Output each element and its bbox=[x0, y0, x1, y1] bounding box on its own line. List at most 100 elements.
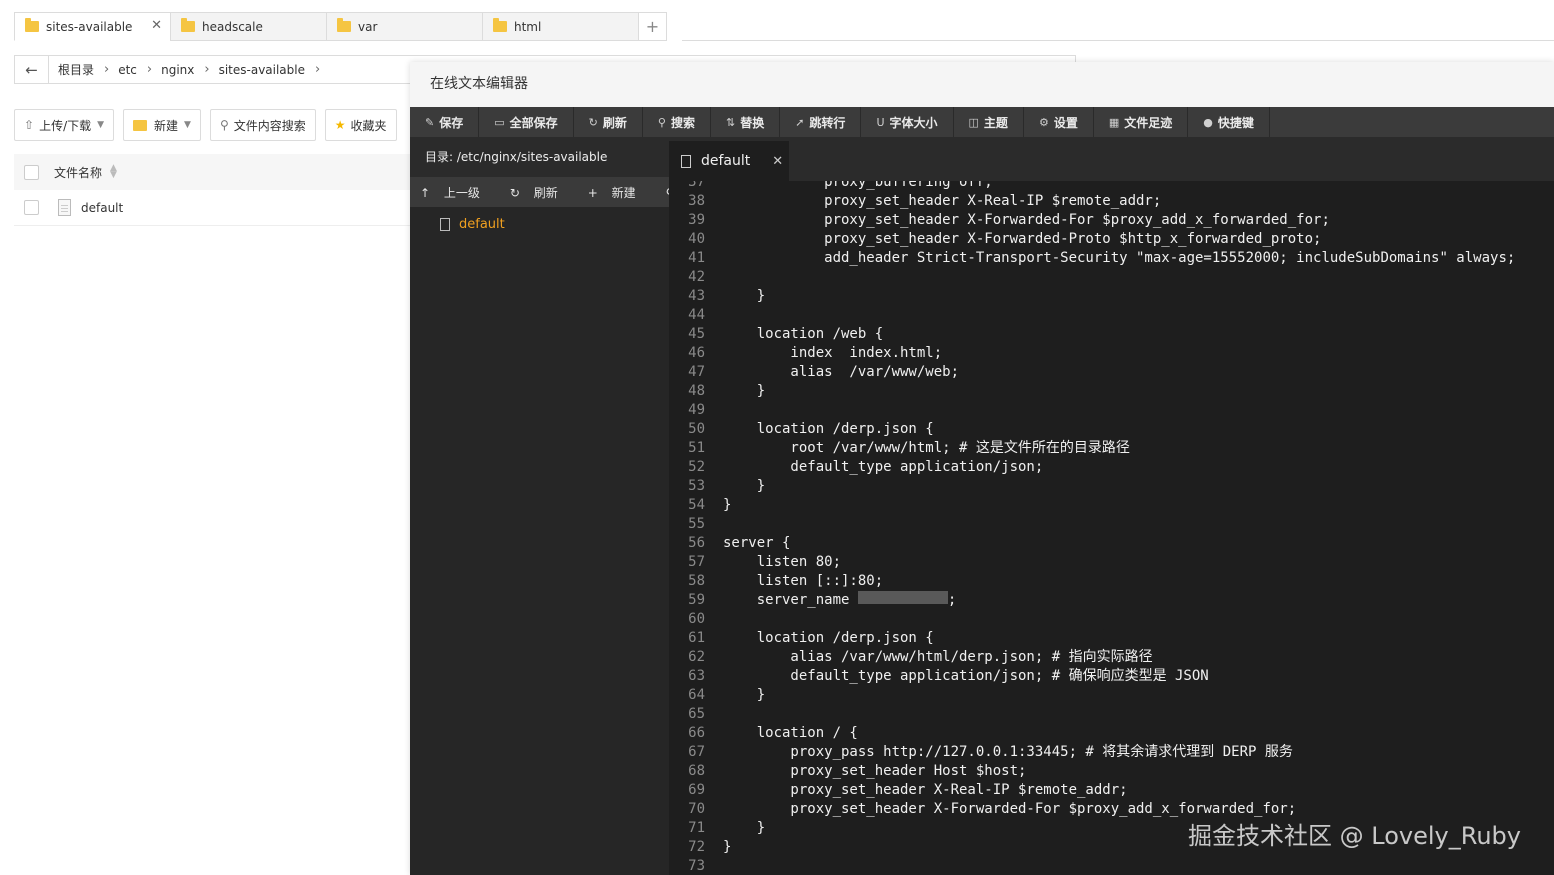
code-line: 39 proxy_set_header X-Forwarded-For $pro… bbox=[669, 211, 1554, 230]
line-number: 62 bbox=[688, 649, 705, 665]
up-level-label: 上一级 bbox=[443, 185, 480, 200]
star-icon: ★ bbox=[334, 118, 346, 132]
code-line: 54} bbox=[669, 496, 1554, 515]
line-number: 52 bbox=[688, 459, 705, 475]
code-line: 66 location / { bbox=[669, 724, 1554, 743]
sidebar-new-button[interactable]: + 新建 bbox=[578, 184, 656, 201]
redacted-server-name bbox=[857, 591, 948, 604]
line-text: } bbox=[723, 478, 766, 494]
line-number: 43 bbox=[688, 288, 705, 304]
file-tab-default[interactable]: default ✕ bbox=[669, 141, 789, 181]
save-all-button[interactable]: ▭ 全部保存 bbox=[479, 107, 574, 137]
line-text: proxy_set_header X-Real-IP $remote_addr; bbox=[723, 193, 1162, 209]
file-name[interactable]: default bbox=[81, 201, 123, 215]
code-line: 49 bbox=[669, 401, 1554, 420]
line-text bbox=[709, 268, 723, 287]
font-size-label: 字体大小 bbox=[889, 115, 938, 130]
tab-headscale[interactable]: headscale bbox=[170, 12, 326, 41]
line-text: } bbox=[723, 288, 766, 304]
line-number: 67 bbox=[688, 744, 705, 760]
code-line: 47 alias /var/www/web; bbox=[669, 363, 1554, 382]
tab-var[interactable]: var bbox=[326, 12, 482, 41]
code-line: 56 server { bbox=[669, 534, 1554, 553]
line-text: add_header Strict-Transport-Security "ma… bbox=[723, 250, 1516, 266]
folder-icon bbox=[493, 18, 507, 32]
theme-label: 主题 bbox=[983, 115, 1008, 130]
code-line: 59 server_name ; bbox=[669, 591, 1554, 610]
editor-title: 在线文本编辑器 bbox=[410, 62, 1554, 107]
line-number: 46 bbox=[688, 345, 705, 361]
line-text bbox=[709, 610, 723, 629]
line-number: 64 bbox=[688, 687, 705, 703]
sort-icon[interactable]: ▲ ▼ bbox=[110, 164, 117, 180]
file-row[interactable]: default bbox=[14, 190, 414, 226]
file-tab-label: default bbox=[701, 153, 751, 169]
line-text: default_type application/json; bbox=[723, 459, 1044, 475]
line-number: 70 bbox=[688, 801, 705, 817]
new-folder-icon bbox=[133, 119, 148, 131]
code-line: 50 location /derp.json { bbox=[669, 420, 1554, 439]
line-number: 66 bbox=[688, 725, 705, 741]
line-text: proxy_set_header X-Forwarded-For $proxy_… bbox=[723, 212, 1330, 228]
line-number: 71 bbox=[688, 820, 705, 836]
line-number: 55 bbox=[688, 516, 705, 532]
sidebar-file-default[interactable]: default bbox=[410, 209, 669, 239]
code-editor[interactable]: 37 proxy_buffering off; 38 proxy_set_head… bbox=[669, 181, 1554, 875]
code-line: 64 } bbox=[669, 686, 1554, 705]
replace-button[interactable]: ⇅ 替换 bbox=[711, 107, 781, 137]
sidebar-toolbar: ↑ 上一级 ↻ 刷新 + 新建 ⚲ 搜索 bbox=[410, 177, 712, 207]
line-text: } bbox=[723, 383, 766, 399]
code-panel: default ✕ 37 proxy_buffering off; 38 prox… bbox=[669, 137, 1554, 875]
sidebar-file-label: default bbox=[459, 216, 505, 232]
gear-icon: ⚙ bbox=[1038, 115, 1049, 129]
breadcrumb-nginx[interactable]: nginx bbox=[152, 63, 194, 77]
font-size-icon: U bbox=[876, 115, 885, 129]
save-button[interactable]: ✎ 保存 bbox=[410, 107, 480, 137]
select-all-checkbox[interactable] bbox=[24, 164, 39, 180]
line-text: proxy_buffering off; bbox=[723, 181, 993, 190]
goto-line-button[interactable]: ➚ 跳转行 bbox=[780, 107, 862, 137]
favorites-button[interactable]: ★ 收藏夹 bbox=[324, 109, 397, 141]
sidebar-refresh-label: 刷新 bbox=[533, 185, 558, 200]
row-checkbox[interactable] bbox=[24, 200, 39, 215]
add-tab-button[interactable]: + bbox=[638, 12, 667, 41]
file-list-header: 文件名称 ▲ ▼ bbox=[14, 154, 414, 190]
folder-icon bbox=[337, 18, 351, 32]
close-icon[interactable]: ✕ bbox=[772, 154, 783, 169]
refresh-icon: ↻ bbox=[588, 115, 598, 129]
line-text bbox=[709, 705, 723, 724]
line-number: 60 bbox=[688, 611, 705, 627]
refresh-button[interactable]: ↻ 刷新 bbox=[574, 107, 643, 137]
theme-button[interactable]: ◫ 主题 bbox=[954, 107, 1024, 137]
code-line: 69 proxy_set_header X-Real-IP $remote_ad… bbox=[669, 781, 1554, 800]
upload-label: 上传/下载 bbox=[39, 118, 92, 133]
sidebar-refresh-button[interactable]: ↻ 刷新 bbox=[500, 184, 578, 201]
code-line: 45 location /web { bbox=[669, 325, 1554, 344]
line-text: root /var/www/html; # 这是文件所在的目录路径 bbox=[723, 440, 1130, 456]
breadcrumb-sites-available[interactable]: sites-available bbox=[210, 63, 305, 77]
new-button[interactable]: 新建 ▼ bbox=[123, 109, 201, 141]
upload-download-button[interactable]: ⇧ 上传/下载 ▼ bbox=[14, 109, 115, 141]
content-search-button[interactable]: ⚲ 文件内容搜索 bbox=[209, 109, 316, 141]
tab-sites-available[interactable]: sites-available ✕ bbox=[14, 12, 170, 41]
theme-icon: ◫ bbox=[968, 115, 979, 129]
file-history-button[interactable]: ▦ 文件足迹 bbox=[1094, 107, 1189, 137]
filename-column-header[interactable]: 文件名称 bbox=[54, 164, 102, 181]
up-level-button[interactable]: ↑ 上一级 bbox=[410, 184, 500, 201]
font-size-button[interactable]: U 字体大小 bbox=[861, 107, 954, 137]
shortcuts-button[interactable]: ● 快捷键 bbox=[1188, 107, 1270, 137]
line-number: 49 bbox=[688, 402, 705, 418]
line-text-suffix: ; bbox=[947, 592, 957, 608]
tab-html[interactable]: html bbox=[482, 12, 638, 41]
search-icon: ⚲ bbox=[657, 115, 666, 129]
settings-button[interactable]: ⚙ 设置 bbox=[1024, 107, 1094, 137]
back-arrow-icon[interactable]: ← bbox=[15, 56, 49, 83]
line-number: 65 bbox=[688, 706, 705, 722]
close-icon[interactable]: ✕ bbox=[151, 18, 162, 33]
calendar-icon: ▦ bbox=[1108, 115, 1120, 129]
line-text: proxy_set_header Host $host; bbox=[723, 763, 1027, 779]
breadcrumb-etc[interactable]: etc bbox=[109, 63, 137, 77]
search-button[interactable]: ⚲ 搜索 bbox=[643, 107, 711, 137]
breadcrumb-root[interactable]: 根目录 bbox=[49, 61, 94, 78]
replace-icon: ⇅ bbox=[725, 115, 736, 129]
